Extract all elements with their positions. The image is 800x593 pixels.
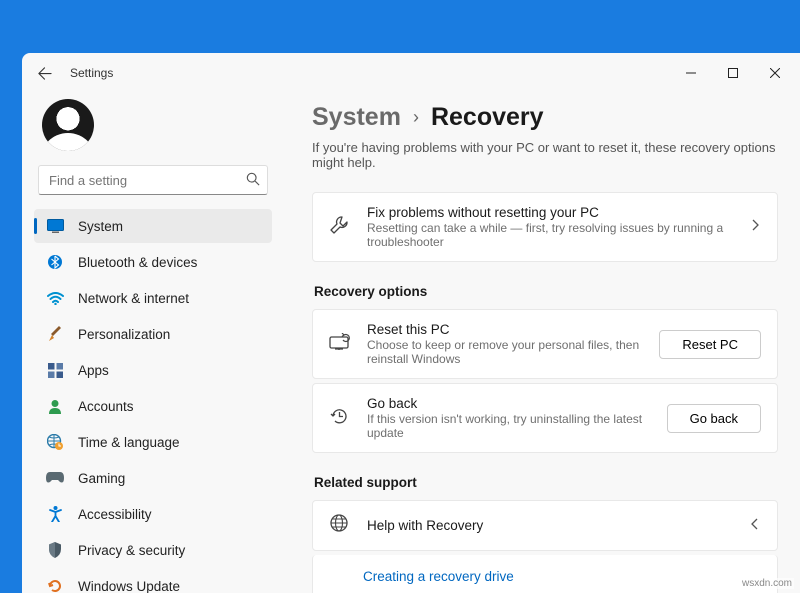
shield-icon (46, 542, 64, 558)
card-body: Reset this PC Choose to keep or remove y… (367, 322, 643, 366)
search-wrap (38, 165, 268, 195)
maximize-icon (728, 68, 738, 78)
recovery-options-heading: Recovery options (314, 284, 778, 299)
sidebar-item-windows-update[interactable]: Windows Update (34, 569, 272, 593)
sidebar-item-personalization[interactable]: Personalization (34, 317, 272, 351)
arrow-left-icon (37, 66, 52, 81)
go-back-button[interactable]: Go back (667, 404, 761, 433)
globe-clock-icon (46, 434, 64, 450)
chevron-right-icon (749, 218, 761, 236)
titlebar-left: Settings (36, 65, 113, 81)
sidebar: System Bluetooth & devices Network & int… (22, 93, 284, 593)
sidebar-item-label: Personalization (78, 327, 170, 342)
minimize-button[interactable] (670, 57, 712, 89)
sidebar-item-network[interactable]: Network & internet (34, 281, 272, 315)
chevron-right-icon: › (413, 107, 419, 128)
card-title: Help with Recovery (367, 518, 733, 533)
avatar (42, 99, 94, 151)
card-body: Help with Recovery (367, 518, 733, 533)
window-controls (670, 57, 796, 89)
card-desc: Choose to keep or remove your personal f… (367, 338, 643, 366)
main-panel: System › Recovery If you're having probl… (284, 93, 800, 593)
page-title: Recovery (431, 103, 544, 132)
sidebar-item-label: Apps (78, 363, 109, 378)
maximize-button[interactable] (712, 57, 754, 89)
back-button[interactable] (36, 65, 52, 81)
sidebar-item-label: Time & language (78, 435, 180, 450)
system-icon (46, 219, 64, 233)
card-action: Reset PC (659, 330, 761, 359)
profile-row[interactable] (34, 93, 272, 165)
recovery-drive-link[interactable]: Creating a recovery drive (313, 555, 530, 593)
sidebar-item-apps[interactable]: Apps (34, 353, 272, 387)
sidebar-item-label: Gaming (78, 471, 125, 486)
titlebar: Settings (22, 53, 800, 93)
sidebar-item-label: Network & internet (78, 291, 189, 306)
accessibility-icon (46, 506, 64, 522)
sidebar-item-gaming[interactable]: Gaming (34, 461, 272, 495)
minimize-icon (686, 68, 696, 78)
paintbrush-icon (46, 326, 64, 342)
gamepad-icon (46, 472, 64, 484)
sidebar-item-accounts[interactable]: Accounts (34, 389, 272, 423)
reset-pc-card: Reset this PC Choose to keep or remove y… (312, 309, 778, 379)
reset-icon (329, 333, 351, 356)
close-button[interactable] (754, 57, 796, 89)
chevron-up-icon (749, 517, 761, 535)
bluetooth-icon (46, 254, 64, 270)
sidebar-item-label: Privacy & security (78, 543, 185, 558)
sidebar-item-bluetooth[interactable]: Bluetooth & devices (34, 245, 272, 279)
go-back-card: Go back If this version isn't working, t… (312, 383, 778, 453)
search-icon (246, 172, 260, 191)
sidebar-item-label: Windows Update (78, 579, 180, 593)
sidebar-item-accessibility[interactable]: Accessibility (34, 497, 272, 531)
wrench-icon (329, 215, 351, 240)
watermark: wsxdn.com (740, 578, 794, 589)
help-globe-icon (329, 513, 351, 538)
card-title: Reset this PC (367, 322, 643, 337)
sidebar-item-time-language[interactable]: Time & language (34, 425, 272, 459)
nav: System Bluetooth & devices Network & int… (34, 209, 272, 593)
help-link-row: Creating a recovery drive (312, 555, 778, 593)
page-description: If you're having problems with your PC o… (312, 140, 778, 170)
breadcrumb: System › Recovery (312, 103, 778, 132)
help-recovery-card[interactable]: Help with Recovery (312, 500, 778, 551)
card-desc: If this version isn't working, try unins… (367, 412, 651, 440)
person-icon (46, 399, 64, 414)
sidebar-item-label: Accessibility (78, 507, 152, 522)
card-desc: Resetting can take a while — first, try … (367, 221, 733, 249)
card-title: Fix problems without resetting your PC (367, 205, 733, 220)
update-icon (46, 578, 64, 593)
sidebar-item-label: System (78, 219, 123, 234)
card-body: Fix problems without resetting your PC R… (367, 205, 733, 249)
settings-window: Settings System (22, 53, 800, 593)
window-title: Settings (70, 66, 113, 80)
sidebar-item-label: Accounts (78, 399, 134, 414)
sidebar-item-system[interactable]: System (34, 209, 272, 243)
content-area: System Bluetooth & devices Network & int… (22, 93, 800, 593)
fix-problems-card[interactable]: Fix problems without resetting your PC R… (312, 192, 778, 262)
reset-pc-button[interactable]: Reset PC (659, 330, 761, 359)
close-icon (770, 68, 780, 78)
history-icon (329, 406, 351, 431)
sidebar-item-label: Bluetooth & devices (78, 255, 197, 270)
sidebar-item-privacy-security[interactable]: Privacy & security (34, 533, 272, 567)
wifi-icon (46, 292, 64, 305)
apps-icon (46, 363, 64, 378)
card-title: Go back (367, 396, 651, 411)
related-support-heading: Related support (314, 475, 778, 490)
card-action: Go back (667, 404, 761, 433)
search-input[interactable] (38, 165, 268, 195)
card-body: Go back If this version isn't working, t… (367, 396, 651, 440)
breadcrumb-parent[interactable]: System (312, 103, 401, 132)
